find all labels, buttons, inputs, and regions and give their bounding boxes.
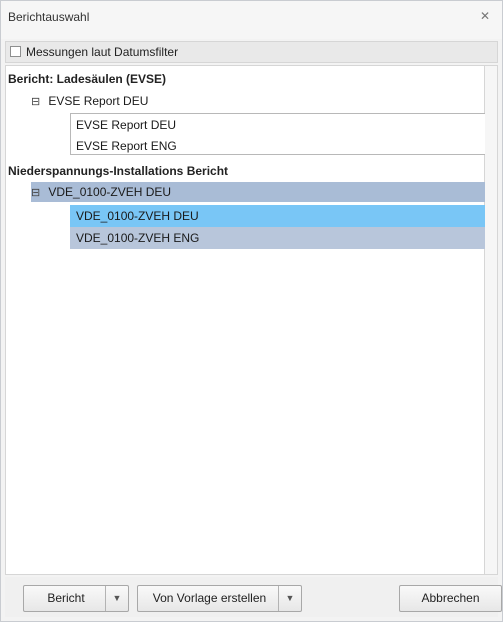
report-tree: Bericht: Ladesäulen (EVSE) ⊟ EVSE Report…	[5, 65, 494, 575]
group-vde-report[interactable]: ⊟ VDE_0100-ZVEH DEU	[31, 182, 171, 202]
dialog-title: Berichtauswahl	[8, 10, 90, 24]
abbrechen-button[interactable]: Abbrechen	[399, 585, 502, 612]
report-selection-dialog: Berichtauswahl ✕ Messungen laut Datumsfi…	[0, 0, 503, 622]
list-item-vde-deu[interactable]: VDE_0100-ZVEH DEU	[70, 206, 494, 226]
date-filter-checkbox[interactable]	[10, 46, 21, 57]
chevron-down-icon[interactable]: ▼	[105, 586, 128, 611]
close-icon[interactable]: ✕	[480, 9, 490, 23]
bericht-split-button[interactable]: Bericht ▼	[23, 585, 129, 612]
list-item-vde-eng[interactable]: VDE_0100-ZVEH ENG	[70, 228, 494, 248]
collapse-toggle-icon[interactable]: ⊟	[31, 183, 45, 203]
group-evse-report[interactable]: ⊟ EVSE Report DEU	[31, 91, 148, 111]
title-bar: Berichtauswahl ✕	[1, 1, 502, 39]
group-label: VDE_0100-ZVEH DEU	[48, 185, 172, 199]
button-bar: Bericht ▼ Von Vorlage erstellen ▼ Abbrec…	[5, 577, 502, 617]
section-header-evse: Bericht: Ladesäulen (EVSE)	[8, 72, 167, 86]
date-filter-bar: Messungen laut Datumsfilter	[5, 41, 498, 63]
group-label: EVSE Report DEU	[48, 94, 149, 108]
list-item-evse-deu[interactable]: EVSE Report DEU	[70, 115, 494, 135]
section-header-niederspannung: Niederspannungs-Installations Bericht	[8, 164, 229, 178]
chevron-down-icon[interactable]: ▼	[278, 586, 301, 611]
vorlage-split-button[interactable]: Von Vorlage erstellen ▼	[137, 585, 302, 612]
date-filter-label: Messungen laut Datumsfilter	[26, 45, 179, 59]
vorlage-button-label: Von Vorlage erstellen	[152, 591, 267, 605]
bericht-button-label: Bericht	[47, 591, 85, 605]
vertical-scrollbar[interactable]	[485, 65, 498, 575]
list-item-evse-eng[interactable]: EVSE Report ENG	[70, 136, 494, 156]
collapse-toggle-icon[interactable]: ⊟	[31, 92, 45, 112]
